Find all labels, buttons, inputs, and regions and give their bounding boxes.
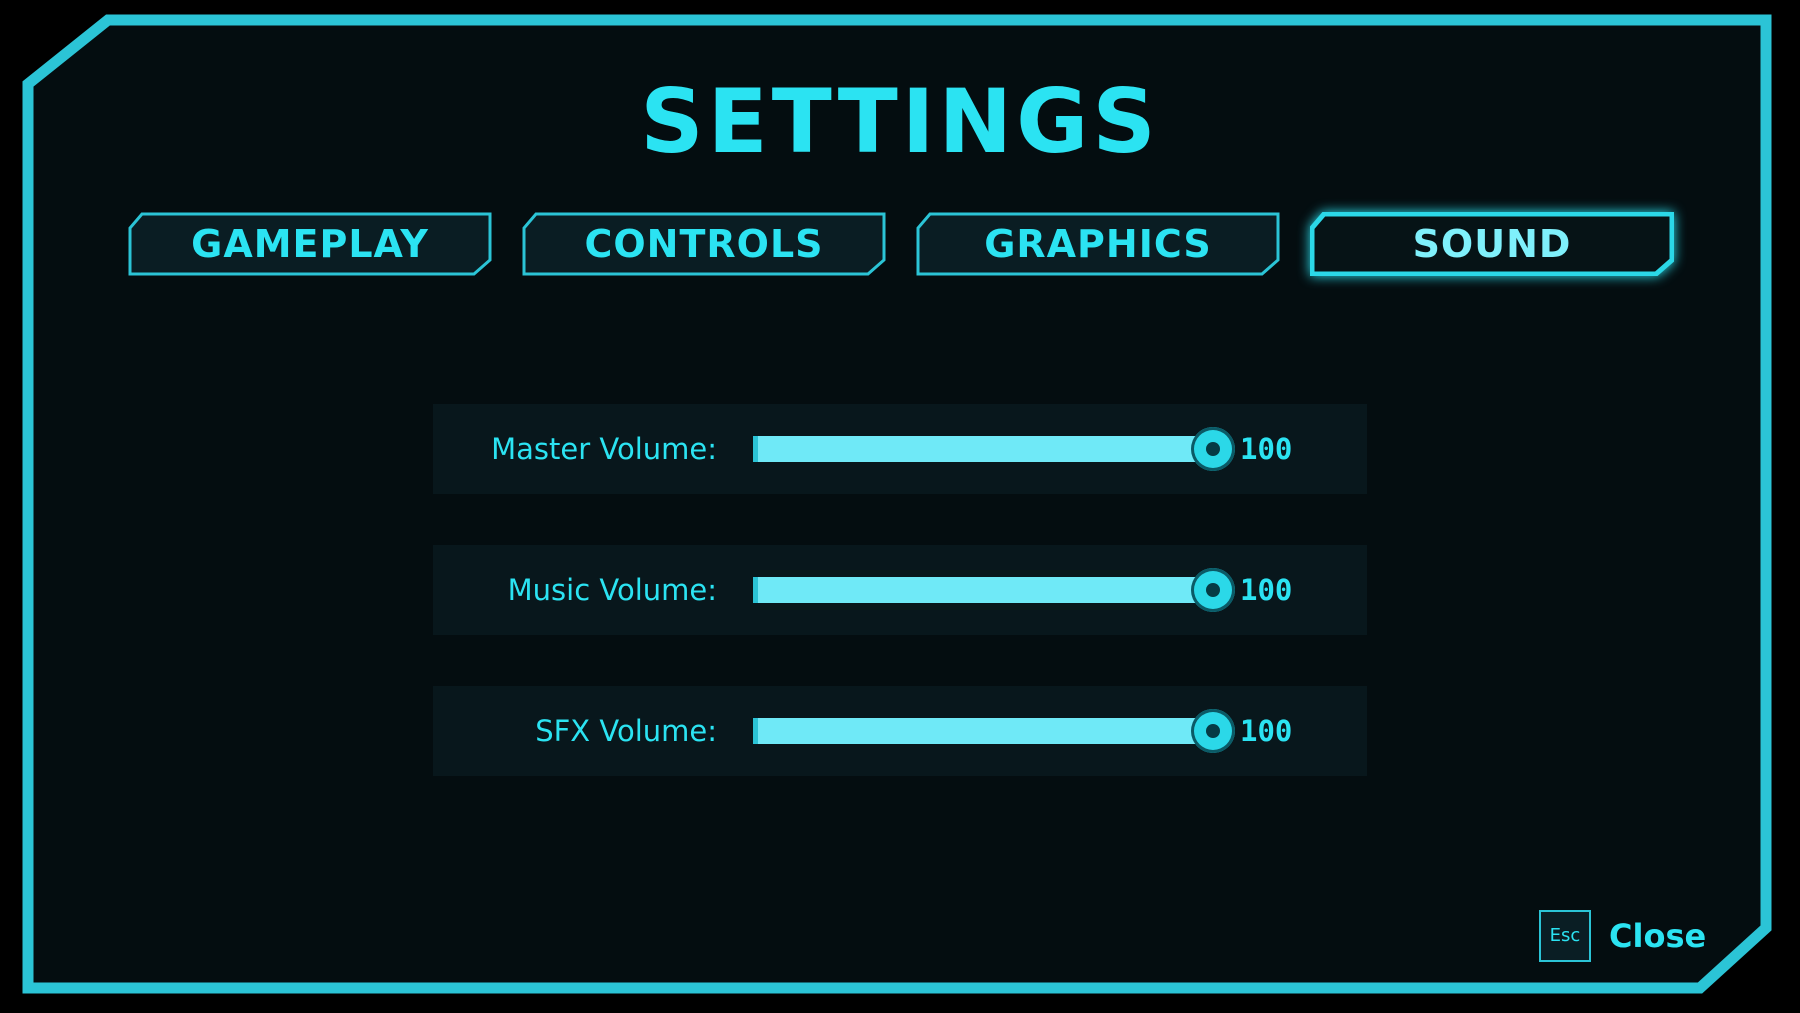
sfx-volume-fill bbox=[753, 718, 1213, 744]
tab-graphics[interactable]: GRAPHICS bbox=[916, 212, 1280, 276]
tab-label: CONTROLS bbox=[584, 222, 824, 266]
close-button[interactable]: Close bbox=[1609, 912, 1706, 960]
music-volume-value: 100 bbox=[1240, 573, 1293, 607]
sfx-volume-slider-handle[interactable] bbox=[1191, 709, 1235, 753]
sfx-volume-slider[interactable] bbox=[753, 709, 1235, 753]
music-volume-row: Music Volume: 100 bbox=[433, 545, 1367, 635]
tab-sound[interactable]: SOUND bbox=[1310, 212, 1674, 276]
tab-label: SOUND bbox=[1412, 222, 1572, 266]
sfx-volume-row: SFX Volume: 100 bbox=[433, 686, 1367, 776]
page-title: SETTINGS bbox=[640, 70, 1160, 173]
master-volume-slider[interactable] bbox=[753, 427, 1235, 471]
master-volume-fill bbox=[753, 436, 1213, 462]
master-volume-value: 100 bbox=[1240, 432, 1293, 466]
sfx-volume-label: SFX Volume: bbox=[535, 714, 717, 748]
master-volume-label: Master Volume: bbox=[491, 432, 717, 466]
music-volume-slider-handle[interactable] bbox=[1191, 568, 1235, 612]
esc-key-icon[interactable]: Esc bbox=[1539, 910, 1591, 962]
tab-label: GRAPHICS bbox=[984, 222, 1212, 266]
tab-controls[interactable]: CONTROLS bbox=[522, 212, 886, 276]
tab-gameplay[interactable]: GAMEPLAY bbox=[128, 212, 492, 276]
music-volume-fill bbox=[753, 577, 1213, 603]
sfx-volume-value: 100 bbox=[1240, 714, 1293, 748]
tab-label: GAMEPLAY bbox=[191, 222, 429, 266]
music-volume-slider[interactable] bbox=[753, 568, 1235, 612]
master-volume-slider-handle[interactable] bbox=[1191, 427, 1235, 471]
master-volume-row: Master Volume: 100 bbox=[433, 404, 1367, 494]
music-volume-label: Music Volume: bbox=[507, 573, 717, 607]
